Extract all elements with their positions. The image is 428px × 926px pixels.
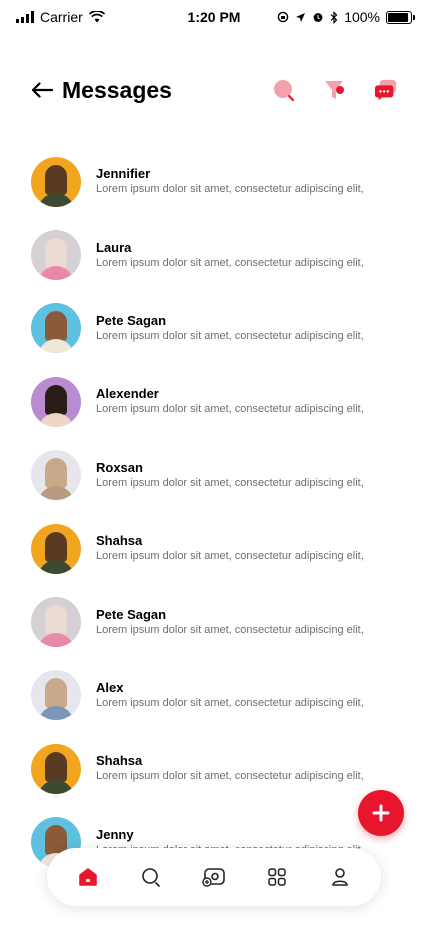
avatar bbox=[31, 743, 81, 794]
message-text: Pete Sagan Lorem ipsum dolor sit amet, co… bbox=[96, 607, 364, 638]
new-message-fab[interactable] bbox=[358, 790, 404, 836]
message-preview: Lorem ipsum dolor sit amet, consectetur … bbox=[96, 623, 364, 636]
message-item[interactable]: Alex Lorem ipsum dolor sit amet, consecte… bbox=[31, 659, 408, 732]
bluetooth-icon bbox=[330, 10, 338, 24]
message-item[interactable]: Pete Sagan Lorem ipsum dolor sit amet, co… bbox=[31, 292, 408, 365]
avatar-shoulders bbox=[38, 559, 74, 574]
back-arrow-button[interactable] bbox=[30, 78, 54, 102]
apps-grid-icon bbox=[268, 868, 286, 886]
header: Messages bbox=[30, 72, 398, 108]
search-icon bbox=[142, 868, 160, 887]
message-text: Alexender Lorem ipsum dolor sit amet, con… bbox=[96, 386, 364, 417]
avatar-figure bbox=[45, 751, 67, 782]
search-button[interactable] bbox=[272, 78, 296, 102]
home-icon bbox=[79, 868, 98, 886]
page-title: Messages bbox=[62, 76, 172, 103]
avatar-shoulders bbox=[38, 412, 74, 427]
status-bar: Carrier 1:20 PM 100% bbox=[0, 0, 428, 34]
back-arrow-icon bbox=[31, 82, 53, 98]
message-list: Jennifier Lorem ipsum dolor sit amet, con… bbox=[31, 145, 408, 879]
avatar-figure bbox=[45, 238, 67, 269]
message-text: Shahsa Lorem ipsum dolor sit amet, consec… bbox=[96, 533, 364, 564]
message-item[interactable]: Roxsan Lorem ipsum dolor sit amet, consec… bbox=[31, 439, 408, 512]
message-preview: Lorem ipsum dolor sit amet, consectetur … bbox=[96, 696, 364, 709]
header-actions bbox=[272, 78, 398, 102]
bottom-nav bbox=[47, 848, 381, 906]
avatar bbox=[31, 450, 81, 501]
contact-name: Laura bbox=[96, 239, 132, 255]
avatar-figure bbox=[45, 458, 67, 489]
avatar bbox=[31, 303, 81, 354]
message-item[interactable]: Laura Lorem ipsum dolor sit amet, consect… bbox=[31, 218, 408, 291]
avatar-shoulders bbox=[38, 779, 74, 794]
avatar bbox=[31, 230, 81, 281]
avatar-figure bbox=[45, 605, 67, 636]
avatar-figure bbox=[45, 384, 67, 415]
avatar-shoulders bbox=[38, 266, 74, 281]
message-preview: Lorem ipsum dolor sit amet, consectetur … bbox=[96, 329, 364, 342]
status-right: 100% bbox=[277, 9, 415, 25]
message-text: Jennifier Lorem ipsum dolor sit amet, con… bbox=[96, 166, 364, 197]
message-text: Laura Lorem ipsum dolor sit amet, consect… bbox=[96, 240, 364, 271]
message-text: Roxsan Lorem ipsum dolor sit amet, consec… bbox=[96, 460, 364, 491]
avatar-shoulders bbox=[38, 192, 74, 207]
message-preview: Lorem ipsum dolor sit amet, consectetur … bbox=[96, 183, 364, 196]
avatar-shoulders bbox=[38, 339, 74, 354]
avatar bbox=[31, 376, 81, 427]
avatar bbox=[31, 156, 81, 207]
plus-icon bbox=[372, 804, 390, 822]
message-text: Pete Sagan Lorem ipsum dolor sit amet, co… bbox=[96, 313, 364, 344]
contact-name: Pete Sagan bbox=[96, 606, 167, 622]
message-item[interactable]: Pete Sagan Lorem ipsum dolor sit amet, co… bbox=[31, 585, 408, 658]
avatar-shoulders bbox=[38, 706, 74, 721]
message-preview: Lorem ipsum dolor sit amet, consectetur … bbox=[96, 256, 364, 269]
message-preview: Lorem ipsum dolor sit amet, consectetur … bbox=[96, 550, 364, 563]
nav-apps[interactable] bbox=[257, 857, 297, 897]
location-icon bbox=[296, 12, 306, 22]
message-item[interactable]: Shahsa Lorem ipsum dolor sit amet, consec… bbox=[31, 732, 408, 805]
message-text: Shahsa Lorem ipsum dolor sit amet, consec… bbox=[96, 753, 364, 784]
message-preview: Lorem ipsum dolor sit amet, consectetur … bbox=[96, 770, 364, 783]
avatar-figure bbox=[45, 311, 67, 342]
avatar-figure bbox=[45, 164, 67, 195]
filter-icon bbox=[325, 81, 344, 99]
contact-name: Pete Sagan bbox=[96, 312, 167, 328]
battery-fill bbox=[388, 12, 408, 22]
alarm-icon bbox=[313, 13, 323, 22]
message-item[interactable]: Alexender Lorem ipsum dolor sit amet, con… bbox=[31, 365, 408, 438]
contact-name: Alexender bbox=[96, 386, 159, 402]
contact-name: Jenny bbox=[96, 826, 134, 842]
contact-name: Alex bbox=[96, 679, 124, 695]
nav-search[interactable] bbox=[131, 857, 171, 897]
avatar-shoulders bbox=[38, 486, 74, 501]
new-chat-button[interactable] bbox=[374, 78, 398, 102]
battery-icon bbox=[386, 10, 415, 24]
battery-percent: 100% bbox=[344, 9, 380, 25]
message-item[interactable]: Shahsa Lorem ipsum dolor sit amet, consec… bbox=[31, 512, 408, 585]
avatar-figure bbox=[45, 531, 67, 562]
contact-name: Shahsa bbox=[96, 753, 143, 769]
message-preview: Lorem ipsum dolor sit amet, consectetur … bbox=[96, 476, 364, 489]
camera-add-icon bbox=[202, 868, 225, 887]
nav-home[interactable] bbox=[68, 857, 108, 897]
nav-camera[interactable] bbox=[194, 857, 234, 897]
contact-name: Shahsa bbox=[96, 533, 143, 549]
message-preview: Lorem ipsum dolor sit amet, consectetur … bbox=[96, 403, 364, 416]
screen-lock-icon bbox=[277, 11, 289, 23]
avatar bbox=[31, 597, 81, 648]
new-chat-icon bbox=[374, 79, 397, 101]
profile-icon bbox=[331, 868, 348, 886]
avatar-figure bbox=[45, 678, 67, 709]
nav-profile[interactable] bbox=[320, 857, 360, 897]
avatar bbox=[31, 670, 81, 721]
message-text: Alex Lorem ipsum dolor sit amet, consecte… bbox=[96, 680, 364, 711]
search-icon bbox=[274, 80, 295, 102]
filter-button[interactable] bbox=[323, 78, 347, 102]
contact-name: Jennifier bbox=[96, 166, 151, 182]
message-item[interactable]: Jennifier Lorem ipsum dolor sit amet, con… bbox=[31, 145, 408, 218]
avatar-shoulders bbox=[38, 633, 74, 648]
avatar bbox=[31, 523, 81, 574]
contact-name: Roxsan bbox=[96, 459, 143, 475]
